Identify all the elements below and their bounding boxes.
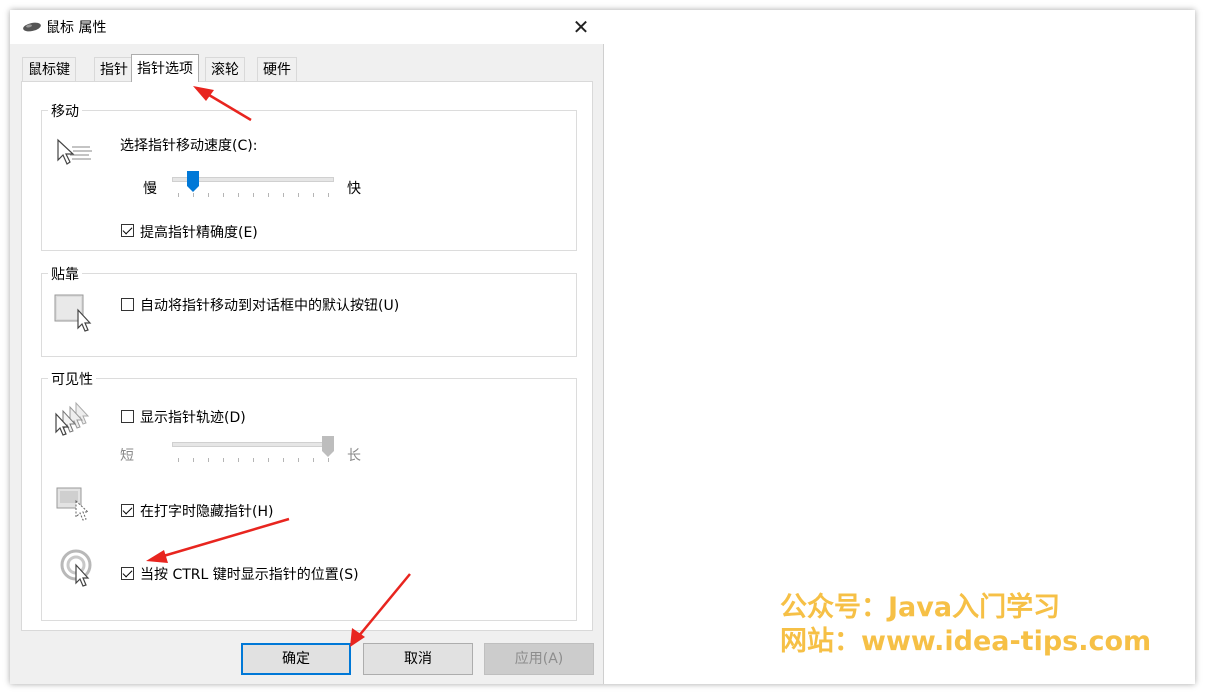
long-label: 长	[347, 448, 361, 464]
speed-slider-tick	[178, 193, 179, 197]
trail-slider-tick	[223, 458, 224, 462]
speed-label: 选择指针移动速度(C):	[120, 138, 258, 154]
speed-slider-tick	[283, 193, 284, 197]
motion-group: 移动 选择指针移动速度(C): 慢 快 提高指针精确度(E)	[41, 101, 577, 251]
trail-slider-tick	[268, 458, 269, 462]
snap-checkbox[interactable]	[121, 298, 134, 311]
snap-label: 自动将指针移动到对话框中的默认按钮(U)	[140, 298, 400, 314]
apply-button[interactable]: 应用(A)	[484, 643, 594, 675]
ok-button[interactable]: 确定	[241, 643, 351, 675]
trail-slider-tick	[328, 458, 329, 462]
precision-checkbox[interactable]	[121, 224, 134, 237]
short-label: 短	[120, 448, 134, 464]
watermark-line-2: 网站：www.idea-tips.com	[780, 626, 1152, 657]
snap-legend: 贴靠	[48, 264, 82, 284]
trail-slider-tick	[253, 458, 254, 462]
window-title: 鼠标 属性	[46, 20, 107, 36]
trail-slider-tick	[298, 458, 299, 462]
tab-buttons[interactable]: 鼠标键	[22, 57, 76, 81]
trail-slider-tick	[193, 458, 194, 462]
speed-slider-tick	[328, 193, 329, 197]
speed-slider-tick	[193, 193, 194, 197]
tab-panel: 移动 选择指针移动速度(C): 慢 快 提高指针精确度(E) 贴靠 自动将指针移…	[21, 81, 593, 631]
speed-slider-tick	[298, 193, 299, 197]
precision-label: 提高指针精确度(E)	[140, 225, 258, 241]
trails-label: 显示指针轨迹(D)	[140, 410, 246, 426]
trail-slider-tick	[283, 458, 284, 462]
show-location-ctrl-label: 当按 CTRL 键时显示指针的位置(S)	[140, 567, 359, 583]
mouse-properties-dialog: 鼠标 属性 ✕ 鼠标键 指针 指针选项 滚轮 硬件 移动 选择指针移动速度(C)…	[10, 10, 604, 684]
trail-slider-tick	[238, 458, 239, 462]
snap-to-icon	[54, 294, 92, 332]
slow-label: 慢	[143, 181, 157, 197]
speed-slider-tick	[253, 193, 254, 197]
motion-legend: 移动	[48, 101, 82, 121]
close-icon: ✕	[572, 15, 590, 39]
close-button[interactable]: ✕	[564, 13, 598, 41]
trails-checkbox[interactable]	[121, 410, 134, 423]
tab-hardware[interactable]: 硬件	[257, 57, 297, 81]
hide-pointer-icon	[56, 487, 90, 521]
pointer-speed-icon	[57, 138, 92, 165]
show-location-ctrl-checkbox[interactable]	[121, 567, 134, 580]
fast-label: 快	[347, 181, 361, 197]
pointer-trail-slider[interactable]	[172, 436, 334, 466]
speed-slider-thumb[interactable]	[187, 171, 199, 193]
visibility-legend: 可见性	[48, 369, 96, 389]
hide-while-typing-label: 在打字时隐藏指针(H)	[140, 504, 274, 520]
speed-slider-tick	[223, 193, 224, 197]
pointer-trails-icon	[55, 401, 90, 436]
snap-group: 贴靠 自动将指针移动到对话框中的默认按钮(U)	[41, 264, 577, 357]
speed-slider-tick	[238, 193, 239, 197]
trail-slider-track	[172, 442, 334, 447]
mouse-icon	[23, 22, 41, 32]
trail-slider-tick	[208, 458, 209, 462]
tab-pointer-options[interactable]: 指针选项	[131, 54, 199, 82]
tab-wheel[interactable]: 滚轮	[205, 57, 245, 81]
tab-pointers[interactable]: 指针	[94, 57, 134, 81]
trail-slider-tick	[313, 458, 314, 462]
cancel-button[interactable]: 取消	[363, 643, 473, 675]
trail-slider-thumb[interactable]	[322, 436, 334, 458]
pointer-speed-slider[interactable]	[172, 171, 334, 201]
speed-slider-tick	[268, 193, 269, 197]
speed-slider-tick	[313, 193, 314, 197]
trail-slider-tick	[178, 458, 179, 462]
title-bar: 鼠标 属性 ✕	[10, 10, 604, 44]
speed-slider-tick	[208, 193, 209, 197]
ctrl-locate-icon	[60, 549, 92, 587]
hide-while-typing-checkbox[interactable]	[121, 504, 134, 517]
visibility-group: 可见性 显示指针轨迹(D) 短 长 在打字时隐藏指针(H) 当按 CTRL 键时…	[41, 369, 577, 621]
